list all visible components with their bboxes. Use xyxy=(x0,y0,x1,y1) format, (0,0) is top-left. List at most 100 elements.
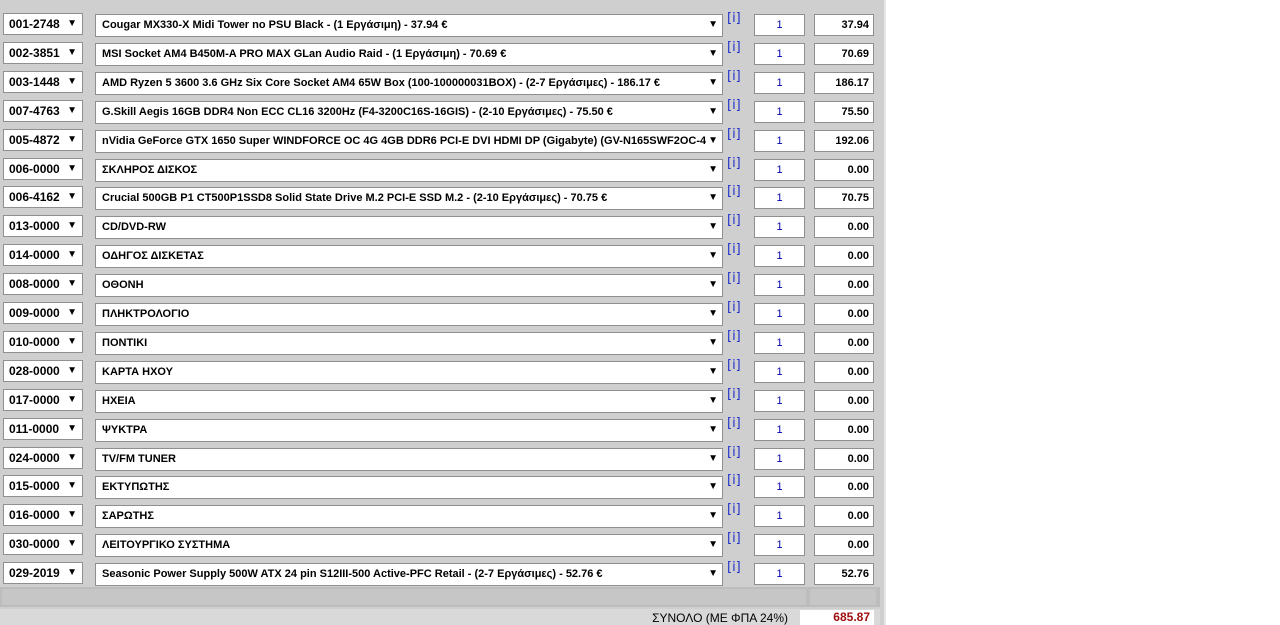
quantity-input[interactable]: 1 xyxy=(754,216,805,239)
product-description: G.Skill Aegis 16GB DDR4 Non ECC CL16 320… xyxy=(102,105,613,118)
product-code: 017-0000 xyxy=(9,392,60,407)
product-select[interactable]: TV/FM TUNER ▼ xyxy=(95,447,723,471)
product-code-select[interactable]: 015-0000 ▼ xyxy=(3,475,83,498)
product-code-select[interactable]: 028-0000 ▼ xyxy=(3,359,83,382)
product-code-select[interactable]: 029-2019 ▼ xyxy=(3,562,83,585)
product-code-select[interactable]: 006-4162 ▼ xyxy=(3,186,83,209)
info-link[interactable]: [i] xyxy=(727,416,741,431)
product-code-select[interactable]: 003-1448 ▼ xyxy=(3,70,83,93)
product-select[interactable]: ΛΕΙΤΟΥΡΓΙΚΟ ΣΥΣΤΗΜΑ ▼ xyxy=(95,534,723,558)
info-link[interactable]: [i] xyxy=(727,242,741,257)
quantity-input[interactable]: 1 xyxy=(754,505,805,528)
product-select[interactable]: CD/DVD-RW ▼ xyxy=(95,216,723,240)
info-link[interactable]: [i] xyxy=(727,445,741,460)
quantity-input[interactable]: 1 xyxy=(754,274,805,297)
info-link[interactable]: [i] xyxy=(727,184,741,199)
product-description: ΣΚΛΗΡΟΣ ΔΙΣΚΟΣ xyxy=(102,163,198,176)
total-row: ΣΥΝΟΛΟ (ΜΕ ΦΠΑ 24%) 685.87 xyxy=(0,609,880,625)
quantity-input[interactable]: 1 xyxy=(754,42,805,65)
quantity-input[interactable]: 1 xyxy=(754,158,805,181)
info-link[interactable]: [i] xyxy=(727,156,741,171)
quantity-input[interactable]: 1 xyxy=(754,187,805,210)
product-code-select[interactable]: 011-0000 ▼ xyxy=(3,417,83,440)
product-code-select[interactable]: 016-0000 ▼ xyxy=(3,504,83,527)
product-select[interactable]: ΣΑΡΩΤΗΣ ▼ xyxy=(95,505,723,529)
chevron-down-icon: ▼ xyxy=(67,220,77,232)
product-code-select[interactable]: 009-0000 ▼ xyxy=(3,302,83,324)
component-row: 002-3851 ▼ MSI Socket AM4 B450M-A PRO MAX … xyxy=(0,40,880,70)
product-code-select[interactable]: 008-0000 ▼ xyxy=(3,273,83,296)
price-field: 0.00 xyxy=(814,360,874,383)
price-field: 70.69 xyxy=(814,42,874,65)
chevron-down-icon: ▼ xyxy=(706,564,718,585)
quantity-input[interactable]: 1 xyxy=(754,100,805,123)
product-code: 002-3851 xyxy=(9,45,60,60)
product-select[interactable]: ΠΟΝΤΙΚΙ ▼ xyxy=(95,331,723,355)
info-link[interactable]: [i] xyxy=(727,531,741,546)
product-select[interactable]: ΠΛΗΚΤΡΟΛΟΓΙΟ ▼ xyxy=(95,303,723,326)
quantity-input[interactable]: 1 xyxy=(754,447,805,470)
product-select[interactable]: Cougar MX330-X Midi Tower no PSU Black -… xyxy=(95,14,723,37)
product-select[interactable]: AMD Ryzen 5 3600 3.6 GHz Six Core Socket… xyxy=(95,71,723,95)
product-select[interactable]: G.Skill Aegis 16GB DDR4 Non ECC CL16 320… xyxy=(95,100,723,124)
component-row: 014-0000 ▼ ΟΔΗΓΟΣ ΔΙΣΚΕΤΑΣ ▼ [i] 1 0.00 xyxy=(0,242,880,272)
product-code-select[interactable]: 002-3851 ▼ xyxy=(3,41,83,64)
chevron-down-icon: ▼ xyxy=(706,43,718,64)
product-code-select[interactable]: 006-0000 ▼ xyxy=(3,157,83,180)
info-link[interactable]: [i] xyxy=(727,69,741,84)
chevron-down-icon: ▼ xyxy=(67,567,77,579)
product-code-select[interactable]: 005-4872 ▼ xyxy=(3,128,83,151)
quantity-input[interactable]: 1 xyxy=(754,418,805,441)
component-row: 006-4162 ▼ Crucial 500GB P1 CT500P1SSD8 So… xyxy=(0,184,880,214)
product-select[interactable]: ΨΥΚΤΡΑ ▼ xyxy=(95,418,723,442)
product-code-select[interactable]: 017-0000 ▼ xyxy=(3,388,83,411)
product-select[interactable]: ΕΚΤΥΠΩΤΗΣ ▼ xyxy=(95,476,723,500)
product-code-select[interactable]: 010-0000 ▼ xyxy=(3,330,83,353)
info-link[interactable]: [i] xyxy=(727,387,741,402)
product-select[interactable]: ΗΧΕΙΑ ▼ xyxy=(95,389,723,413)
product-select[interactable]: nVidia GeForce GTX 1650 Super WINDFORCE … xyxy=(95,129,723,153)
component-row: 015-0000 ▼ ΕΚΤΥΠΩΤΗΣ ▼ [i] 1 0.00 xyxy=(0,473,880,503)
info-link[interactable]: [i] xyxy=(727,473,741,488)
product-select[interactable]: ΣΚΛΗΡΟΣ ΔΙΣΚΟΣ ▼ xyxy=(95,158,723,182)
product-code-select[interactable]: 013-0000 ▼ xyxy=(3,215,83,238)
info-link[interactable]: [i] xyxy=(727,560,741,575)
quantity-input[interactable]: 1 xyxy=(754,476,805,499)
info-link[interactable]: [i] xyxy=(727,40,741,55)
quantity-input[interactable]: 1 xyxy=(754,14,805,36)
quantity-input[interactable]: 1 xyxy=(754,129,805,152)
product-select[interactable]: Seasonic Power Supply 500W ATX 24 pin S1… xyxy=(95,563,723,587)
quantity-input[interactable]: 1 xyxy=(754,563,805,586)
product-code-select[interactable]: 024-0000 ▼ xyxy=(3,446,83,469)
info-link[interactable]: [i] xyxy=(727,127,741,142)
quantity-input[interactable]: 1 xyxy=(754,360,805,383)
product-select[interactable]: Crucial 500GB P1 CT500P1SSD8 Solid State… xyxy=(95,187,723,211)
product-select[interactable]: ΚΑΡΤΑ ΗΧΟΥ ▼ xyxy=(95,360,723,384)
chevron-down-icon: ▼ xyxy=(706,535,718,556)
info-link[interactable]: [i] xyxy=(727,329,741,344)
quantity-input[interactable]: 1 xyxy=(754,534,805,557)
product-description: ΛΕΙΤΟΥΡΓΙΚΟ ΣΥΣΤΗΜΑ xyxy=(102,539,231,552)
product-description: MSI Socket AM4 B450M-A PRO MAX GLan Audi… xyxy=(102,47,507,60)
product-code-select[interactable]: 014-0000 ▼ xyxy=(3,244,83,267)
product-description: ΟΔΗΓΟΣ ΔΙΣΚΕΤΑΣ xyxy=(102,250,204,263)
info-link[interactable]: [i] xyxy=(727,213,741,228)
product-code-select[interactable]: 001-2748 ▼ xyxy=(3,13,83,35)
product-code-select[interactable]: 030-0000 ▼ xyxy=(3,533,83,556)
quantity-input[interactable]: 1 xyxy=(754,71,805,94)
info-link[interactable]: [i] xyxy=(727,502,741,517)
quantity-input[interactable]: 1 xyxy=(754,389,805,412)
quantity-input[interactable]: 1 xyxy=(754,303,805,325)
info-link[interactable]: [i] xyxy=(727,358,741,373)
info-link[interactable]: [i] xyxy=(727,271,741,286)
product-select[interactable]: ΟΔΗΓΟΣ ΔΙΣΚΕΤΑΣ ▼ xyxy=(95,245,723,269)
product-select[interactable]: ΟΘΟΝΗ ▼ xyxy=(95,274,723,298)
info-link[interactable]: [i] xyxy=(727,11,741,26)
chevron-down-icon: ▼ xyxy=(67,480,77,492)
quantity-input[interactable]: 1 xyxy=(754,245,805,268)
info-link[interactable]: [i] xyxy=(727,300,741,315)
quantity-input[interactable]: 1 xyxy=(754,331,805,354)
product-select[interactable]: MSI Socket AM4 B450M-A PRO MAX GLan Audi… xyxy=(95,42,723,66)
product-code-select[interactable]: 007-4763 ▼ xyxy=(3,99,83,122)
info-link[interactable]: [i] xyxy=(727,98,741,113)
